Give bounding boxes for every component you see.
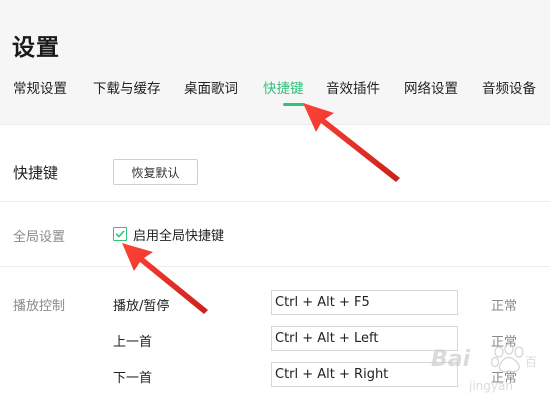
tab-shortcuts[interactable]: 快捷键: [263, 78, 304, 100]
active-tab-indicator: [283, 103, 305, 106]
action-play-pause-label: 播放/暂停: [113, 299, 170, 314]
enable-global-shortcuts-checkbox[interactable]: [113, 227, 127, 241]
section-divider: [0, 201, 550, 202]
tab-audio-devices[interactable]: 音频设备: [482, 78, 536, 100]
action-next-label: 下一首: [113, 371, 153, 386]
page-title: 设置: [12, 35, 60, 61]
settings-window: 设置 常规设置 下载与缓存 桌面歌词 快捷键 音效插件 网络设置 音频设备 快捷…: [0, 0, 550, 400]
svg-text:百: 百: [525, 355, 537, 369]
action-previous-label: 上一首: [113, 335, 153, 350]
checkmark-icon: [115, 230, 125, 238]
play-pause-status: 正常: [491, 299, 518, 314]
tab-download-cache[interactable]: 下载与缓存: [93, 78, 161, 100]
tab-network[interactable]: 网络设置: [404, 78, 458, 100]
settings-tab-bar: 常规设置 下载与缓存 桌面歌词 快捷键 音效插件 网络设置 音频设备: [0, 78, 550, 104]
reset-default-button[interactable]: 恢复默认: [113, 159, 198, 185]
tab-desktop-lyrics[interactable]: 桌面歌词: [184, 78, 238, 100]
next-shortcut-input[interactable]: Ctrl + Alt + Right: [271, 362, 458, 387]
previous-shortcut-input[interactable]: Ctrl + Alt + Left: [271, 326, 458, 351]
previous-status: 正常: [491, 335, 518, 350]
shortcuts-section-title: 快捷键: [13, 164, 59, 182]
playback-control-label: 播放控制: [13, 299, 66, 314]
global-settings-label: 全局设置: [13, 230, 66, 245]
tab-general[interactable]: 常规设置: [13, 78, 67, 100]
tab-audio-plugins[interactable]: 音效插件: [326, 78, 380, 100]
settings-header: 设置 常规设置 下载与缓存 桌面歌词 快捷键 音效插件 网络设置 音频设备: [0, 0, 550, 125]
next-status: 正常: [491, 371, 518, 386]
enable-global-shortcuts-label[interactable]: 启用全局快捷键: [133, 225, 224, 244]
section-divider: [0, 266, 550, 267]
play-pause-shortcut-input[interactable]: Ctrl + Alt + F5: [271, 290, 458, 315]
